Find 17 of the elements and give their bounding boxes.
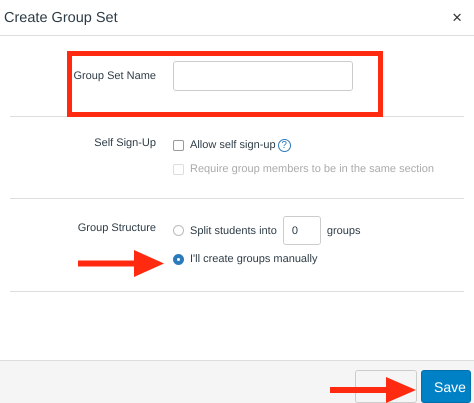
field-label: Group Set Name xyxy=(72,70,156,82)
checkbox-label: Allow self sign-up xyxy=(190,139,276,151)
unit-label: groups xyxy=(326,224,360,236)
section-label: Group Structure xyxy=(76,221,156,234)
section-label: Self Sign-Up xyxy=(93,137,156,151)
group-set-name-field[interactable] xyxy=(173,61,353,91)
radio-label: I'll create groups manually xyxy=(190,253,318,265)
save-button[interactable]: Save xyxy=(421,370,471,403)
checkbox[interactable] xyxy=(173,140,184,150)
dialog-title: Create Group Set xyxy=(4,10,118,26)
radio-label: Split students into xyxy=(190,224,277,236)
checkbox-label: Require group members to be in the same section xyxy=(190,163,434,175)
help-icon[interactable]: ? xyxy=(278,138,291,152)
radio-button[interactable] xyxy=(173,254,184,264)
group-count-field[interactable]: 0 xyxy=(282,216,321,245)
radio-button[interactable] xyxy=(173,225,184,236)
close-icon[interactable]: × xyxy=(452,8,462,28)
